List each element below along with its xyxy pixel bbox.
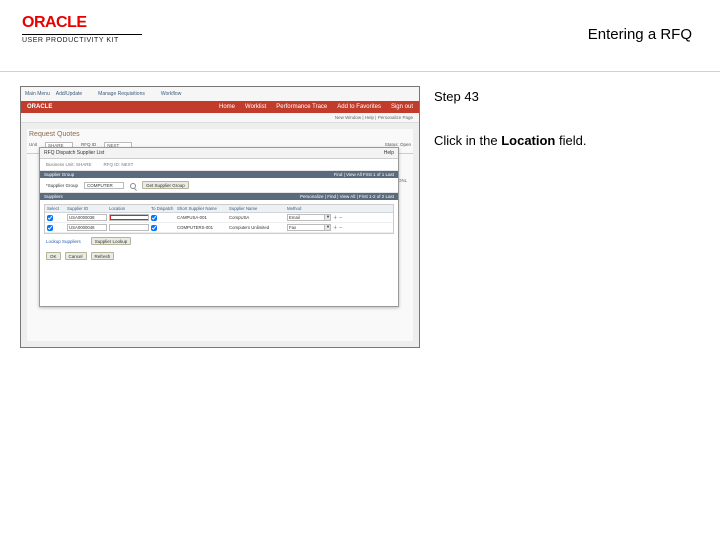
lookup-suppliers-link[interactable]: Lookup Suppliers	[46, 239, 81, 244]
brand: ORACLE USER PRODUCTIVITY KIT	[22, 14, 142, 44]
thumb-breadcrumb: New Window | Help | Personalize Page	[21, 113, 419, 123]
supplier-id-field[interactable]: USA0000038	[67, 214, 107, 221]
get-supplier-group-button[interactable]: Get Supplier Group	[142, 181, 189, 189]
location-field[interactable]	[109, 224, 149, 231]
lookup-icon	[130, 183, 136, 189]
instruction-text: Click in the Location field.	[434, 132, 700, 150]
thumb-modal: RFQ Dispatch Supplier List Help Business…	[39, 147, 399, 307]
method-select[interactable]: Email ▾	[287, 214, 331, 221]
modal-title: RFQ Dispatch Supplier List	[44, 150, 104, 156]
thumb-tabs: Main Menu Add/Update Manage Requisitions…	[21, 87, 419, 101]
table-row: USA0000046 COMPUTERS-001 Computers Unlim…	[45, 223, 393, 233]
location-highlight	[109, 214, 149, 221]
method-select[interactable]: Fax ▾	[287, 224, 331, 231]
refresh-button[interactable]: Refresh	[91, 252, 115, 260]
tutorial-screenshot: Main Menu Add/Update Manage Requisitions…	[20, 86, 420, 348]
brand-logo: ORACLE	[22, 14, 142, 32]
thumb-appbar: ORACLE Home Worklist Performance Trace A…	[21, 101, 419, 113]
to-dispatch-check[interactable]	[151, 225, 157, 231]
supplier-id-field[interactable]: USA0000046	[67, 224, 107, 231]
table-row: USA0000038 CAMPUSA-001 CompUSA Email ▾ ＋…	[45, 213, 393, 223]
cancel-button[interactable]: Cancel	[65, 252, 87, 260]
row-select[interactable]	[47, 215, 53, 221]
row-select[interactable]	[47, 225, 53, 231]
modal-help: Help	[384, 150, 394, 156]
location-field[interactable]	[109, 214, 149, 221]
thumb-page-heading: Request Quotes	[27, 129, 413, 140]
ok-button[interactable]: OK	[46, 252, 61, 260]
to-dispatch-check[interactable]	[151, 215, 157, 221]
chevron-down-icon: ▾	[324, 214, 331, 221]
brand-subtitle: USER PRODUCTIVITY KIT	[22, 34, 142, 44]
instructions-pane: Step 43 Click in the Location field.	[434, 86, 700, 348]
step-label: Step 43	[434, 88, 700, 106]
supplier-group-field[interactable]: COMPUTER	[84, 182, 124, 189]
suppliers-table: Select Supplier ID Location To Dispatch …	[44, 204, 394, 234]
chevron-down-icon: ▾	[324, 224, 331, 231]
supplier-lookup-button[interactable]: Supplier Lookup	[91, 237, 132, 245]
page-title: Entering a RFQ	[588, 26, 692, 43]
